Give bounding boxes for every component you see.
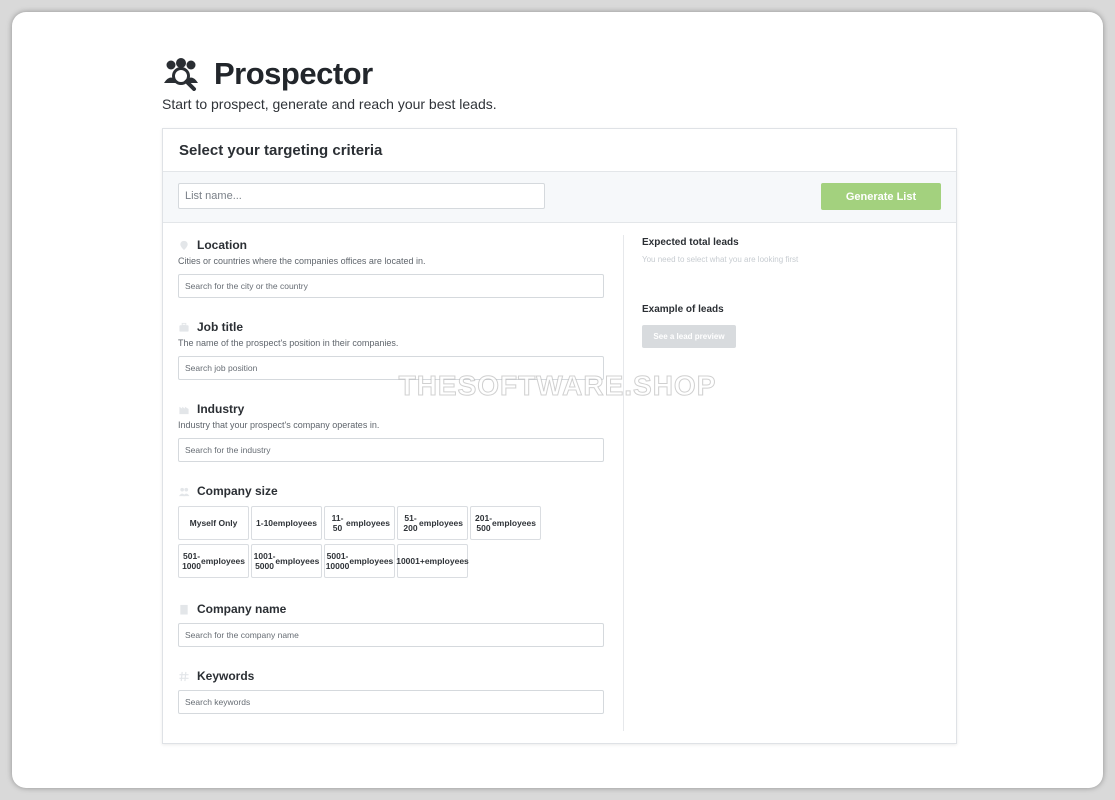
hashtag-icon (179, 671, 189, 681)
expected-leads-title: Expected total leads (642, 237, 739, 248)
summary-column: Expected total leads You need to select … (642, 237, 942, 348)
size-option-501-1000[interactable]: 501-1000 employees (178, 544, 249, 578)
size-option-1001-5000[interactable]: 1001-5000 employees (251, 544, 322, 578)
company-name-title: Company name (197, 602, 287, 616)
targeting-card: Select your targeting criteria Generate … (162, 128, 957, 744)
location-section: Location Cities or countries where the c… (178, 237, 604, 298)
company-size-options: Myself Only 1-10 employees 11-50 employees… (178, 506, 604, 578)
expected-leads-hint: You need to select what you are looking … (642, 255, 799, 264)
app-tagline: Start to prospect, generate and reach yo… (162, 96, 497, 112)
keywords-title: Keywords (197, 669, 255, 683)
company-size-section: Company size Myself Only 1-10 employees 1… (178, 483, 604, 582)
list-name-input[interactable] (178, 183, 545, 209)
industry-section: Industry Industry that your prospect's c… (178, 401, 604, 462)
size-option-201-500[interactable]: 201-500 employees (470, 506, 541, 540)
prospector-logo-icon (164, 58, 198, 91)
factory-icon (179, 406, 189, 414)
location-title: Location (197, 238, 247, 252)
keywords-search-input[interactable] (178, 690, 604, 714)
size-option-1-10[interactable]: 1-10 employees (251, 506, 322, 540)
card-title: Select your targeting criteria (163, 129, 956, 172)
industry-search-input[interactable] (178, 438, 604, 462)
industry-title: Industry (197, 402, 245, 416)
location-description: Cities or countries where the companies … (178, 256, 426, 266)
size-option-10001-plus[interactable]: 10001+ employees (396, 544, 469, 578)
industry-description: Industry that your prospect's company op… (178, 420, 380, 430)
column-divider (623, 235, 624, 731)
app-window: Prospector Start to prospect, generate a… (12, 12, 1103, 788)
lead-preview-button[interactable]: See a lead preview (642, 325, 736, 348)
job-title-search-input[interactable] (178, 356, 604, 380)
company-name-search-input[interactable] (178, 623, 604, 647)
brand: Prospector (162, 56, 373, 92)
people-icon (178, 487, 190, 496)
list-toolbar: Generate List (163, 172, 956, 223)
company-size-title: Company size (197, 484, 278, 498)
building-icon (180, 604, 188, 615)
location-search-input[interactable] (178, 274, 604, 298)
size-option-11-50[interactable]: 11-50 employees (324, 506, 395, 540)
company-name-section: Company name (178, 601, 604, 647)
generate-list-button[interactable]: Generate List (821, 183, 941, 210)
job-title-description: The name of the prospect's position in t… (178, 338, 399, 348)
job-title-section: Job title The name of the prospect's pos… (178, 319, 604, 380)
size-option-5001-10000[interactable]: 5001-10000 employees (324, 544, 395, 578)
map-pin-icon (180, 240, 188, 250)
keywords-section: Keywords (178, 668, 604, 714)
job-title-title: Job title (197, 320, 244, 334)
size-option-myself-only[interactable]: Myself Only (178, 506, 249, 540)
app-title: Prospector (214, 56, 373, 91)
briefcase-icon (179, 322, 189, 332)
size-option-51-200[interactable]: 51-200 employees (397, 506, 468, 540)
example-leads-title: Example of leads (642, 304, 724, 315)
